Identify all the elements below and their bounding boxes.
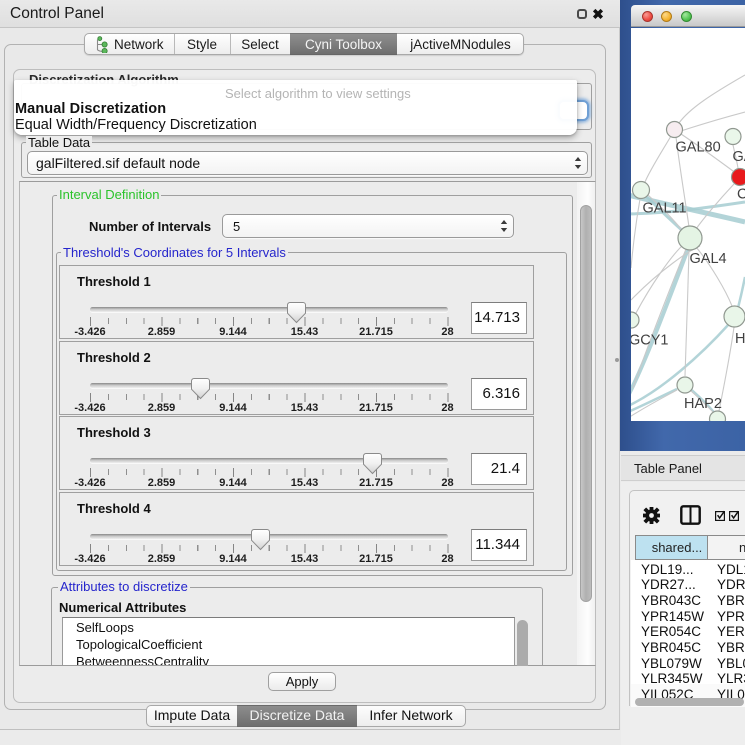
svg-text:HI: HI (735, 331, 745, 347)
svg-text:HAP2: HAP2 (684, 396, 722, 412)
svg-text:GA: GA (733, 149, 745, 165)
svg-text:GAL11: GAL11 (643, 201, 687, 217)
svg-text:GCY1: GCY1 (631, 333, 669, 349)
svg-text:GAL4: GAL4 (690, 251, 727, 267)
svg-text:C: C (737, 187, 745, 203)
svg-text:GAL80: GAL80 (676, 140, 721, 156)
